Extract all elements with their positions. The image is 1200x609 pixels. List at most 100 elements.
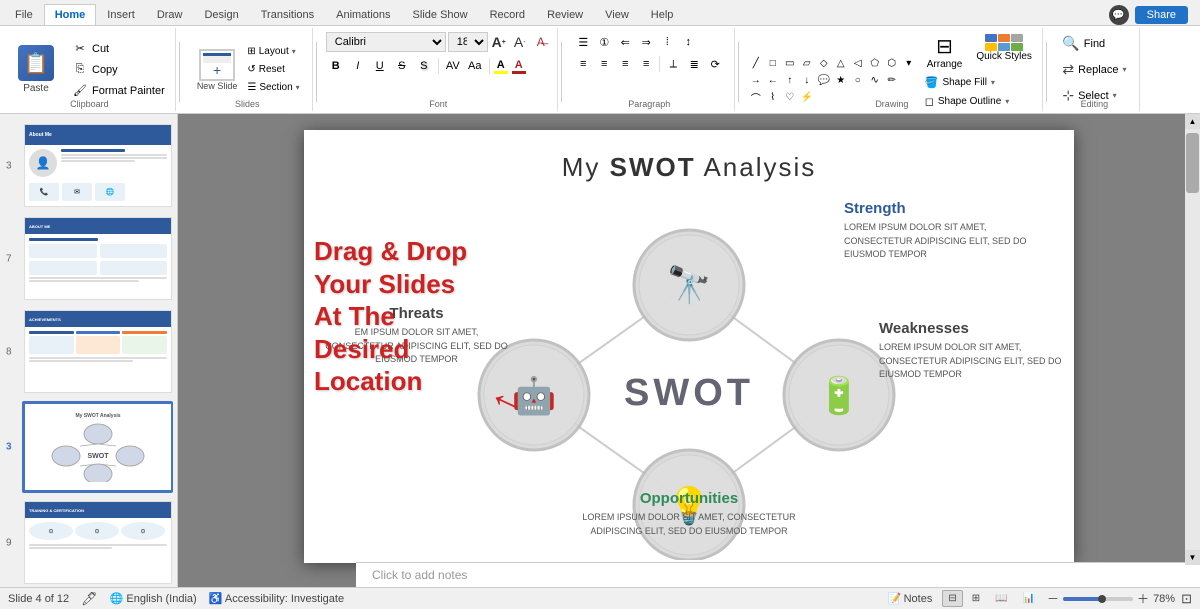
fit-slide-btn[interactable]: ⊡ <box>1181 591 1192 607</box>
reset-button[interactable]: ↺ Reset <box>245 62 301 77</box>
character-spacing-button[interactable]: AV <box>443 56 463 76</box>
tab-review[interactable]: Review <box>536 4 594 25</box>
shape-lightning[interactable]: ⚡ <box>799 90 815 106</box>
shape-fill-button[interactable]: 🪣 Shape Fill ▾ <box>921 74 1036 91</box>
section-button[interactable]: ☰ Section ▾ <box>245 80 301 95</box>
shape-callout[interactable]: 💬 <box>816 73 832 89</box>
shape-pentagon[interactable]: ⬠ <box>867 56 883 72</box>
font-size-select[interactable]: 18 <box>448 32 488 52</box>
replace-button[interactable]: ⇄ Replace ▾ <box>1056 58 1132 81</box>
decrease-font-button[interactable]: A- <box>510 32 530 52</box>
zoom-slider[interactable] <box>1063 597 1133 601</box>
font-label: Font <box>429 99 447 109</box>
scroll-thumb-top[interactable] <box>1186 133 1199 193</box>
find-button[interactable]: 🔍 Find <box>1056 32 1111 55</box>
strikethrough-button[interactable]: S <box>392 56 412 76</box>
clear-formatting-button[interactable]: A̶ <box>531 32 551 52</box>
tab-view[interactable]: View <box>594 4 640 25</box>
slide-thumb-3[interactable]: 3 About Me 👤 📞 ✉ <box>22 122 173 209</box>
tab-transitions[interactable]: Transitions <box>250 4 325 25</box>
highlight-color-button[interactable]: A <box>494 59 508 74</box>
shape-freeform[interactable]: ✏ <box>884 73 900 89</box>
slide-thumb-8[interactable]: 8 ACHIEVEMENTS <box>22 308 173 395</box>
tab-file[interactable]: File <box>4 4 44 25</box>
notes-button[interactable]: 📝 Notes <box>884 590 936 607</box>
shape-line[interactable]: ╱ <box>748 56 764 72</box>
shape-heart[interactable]: ♡ <box>782 90 798 106</box>
vertical-scrollbar[interactable]: ▲ ▼ <box>1185 114 1200 565</box>
slide-sorter-btn[interactable]: ⊞ <box>966 590 986 607</box>
tab-draw[interactable]: Draw <box>146 4 194 25</box>
comments-btn[interactable]: 💬 <box>1109 5 1129 25</box>
text-direction-button[interactable]: ⟂ <box>663 54 683 74</box>
slide-canvas[interactable]: My SWOT Analysis 🔭 <box>304 130 1074 563</box>
presenter-view-btn[interactable]: 📊 <box>1017 590 1041 607</box>
shape-rect[interactable]: □ <box>765 56 781 72</box>
zoom-in-btn[interactable]: ＋ <box>1137 590 1149 607</box>
shape-connector[interactable]: ⌇ <box>765 90 781 106</box>
shape-arrow-up[interactable]: ↑ <box>782 73 798 89</box>
bullets-button[interactable]: ☰ <box>573 32 593 52</box>
tab-home[interactable]: Home <box>44 4 97 25</box>
format-painter-button[interactable]: 🖌 Format Painter <box>68 81 169 101</box>
tab-slide-show[interactable]: Slide Show <box>402 4 479 25</box>
font-case-button[interactable]: Aa <box>465 56 485 76</box>
shape-curve[interactable]: ∿ <box>867 73 883 89</box>
increase-font-button[interactable]: A+ <box>489 32 509 52</box>
columns-button[interactable]: ⁞ <box>657 32 677 52</box>
align-text-button[interactable]: ≣ <box>684 54 704 74</box>
zoom-thumb[interactable] <box>1098 595 1106 603</box>
align-left-button[interactable]: ≡ <box>573 54 593 74</box>
tab-record[interactable]: Record <box>479 4 536 25</box>
slide-thumb-4[interactable]: 3 My SWOT Analysis <box>22 401 173 493</box>
decrease-indent-button[interactable]: ⇐ <box>615 32 635 52</box>
layout-button[interactable]: ⊞ Layout ▾ <box>245 44 301 59</box>
bold-button[interactable]: B <box>326 56 346 76</box>
tab-insert[interactable]: Insert <box>96 4 146 25</box>
shape-star[interactable]: ★ <box>833 73 849 89</box>
align-right-button[interactable]: ≡ <box>615 54 635 74</box>
share-button[interactable]: Share <box>1135 6 1188 24</box>
shape-arrow-right[interactable]: → <box>748 73 764 89</box>
numbering-button[interactable]: ① <box>594 32 614 52</box>
shape-parallelogram[interactable]: ▱ <box>799 56 815 72</box>
arrange-button[interactable]: ⊟ Arrange <box>921 32 969 72</box>
shape-diamond[interactable]: ◇ <box>816 56 832 72</box>
shape-arrow-left[interactable]: ← <box>765 73 781 89</box>
shape-triangle[interactable]: △ <box>833 56 849 72</box>
increase-indent-button[interactable]: ⇒ <box>636 32 656 52</box>
line-spacing-button[interactable]: ↕ <box>678 32 698 52</box>
slide-thumb-7[interactable]: 7 ABOUT ME <box>22 215 173 302</box>
notes-placeholder[interactable]: Click to add notes <box>356 562 1200 587</box>
normal-view-btn[interactable]: ⊟ <box>942 590 962 607</box>
shape-rounded-rect[interactable]: ▭ <box>782 56 798 72</box>
slide-thumb-9[interactable]: 9 TRAINING & CERTIFICATION ⊙ ⊙ ⊙ <box>22 499 173 586</box>
justify-button[interactable]: ≡ <box>636 54 656 74</box>
reading-view-btn[interactable]: 📖 <box>989 590 1013 607</box>
paste-button[interactable]: 📋 Paste <box>10 41 62 98</box>
quick-styles-button[interactable]: Quick Styles <box>972 32 1036 72</box>
cut-button[interactable]: ✂ Cut <box>68 39 169 59</box>
tab-animations[interactable]: Animations <box>325 4 401 25</box>
underline-button[interactable]: U <box>370 56 390 76</box>
shape-outline-button[interactable]: ◻ Shape Outline ▾ <box>921 93 1036 110</box>
shape-circle[interactable]: ○ <box>850 73 866 89</box>
shape-arrow-down[interactable]: ↓ <box>799 73 815 89</box>
italic-button[interactable]: I <box>348 56 368 76</box>
tab-help[interactable]: Help <box>640 4 685 25</box>
shapes-more[interactable]: ▾ <box>901 56 917 72</box>
scroll-down-btn[interactable]: ▼ <box>1185 550 1200 565</box>
shape-arc[interactable]: ⌒ <box>748 90 764 106</box>
shape-rtriangle[interactable]: ◁ <box>850 56 866 72</box>
convert-smartart-button[interactable]: ⟳ <box>705 54 725 74</box>
new-slide-button[interactable]: + New Slide <box>193 45 242 95</box>
font-color-button[interactable]: A <box>512 59 526 74</box>
tab-design[interactable]: Design <box>193 4 249 25</box>
scroll-up-btn[interactable]: ▲ <box>1185 114 1200 129</box>
copy-button[interactable]: ⎘ Copy <box>68 60 169 80</box>
align-center-button[interactable]: ≡ <box>594 54 614 74</box>
shadow-button[interactable]: S <box>414 56 434 76</box>
shape-hex[interactable]: ⬡ <box>884 56 900 72</box>
font-family-select[interactable]: Calibri <box>326 32 446 52</box>
zoom-out-btn[interactable]: － <box>1047 590 1059 607</box>
